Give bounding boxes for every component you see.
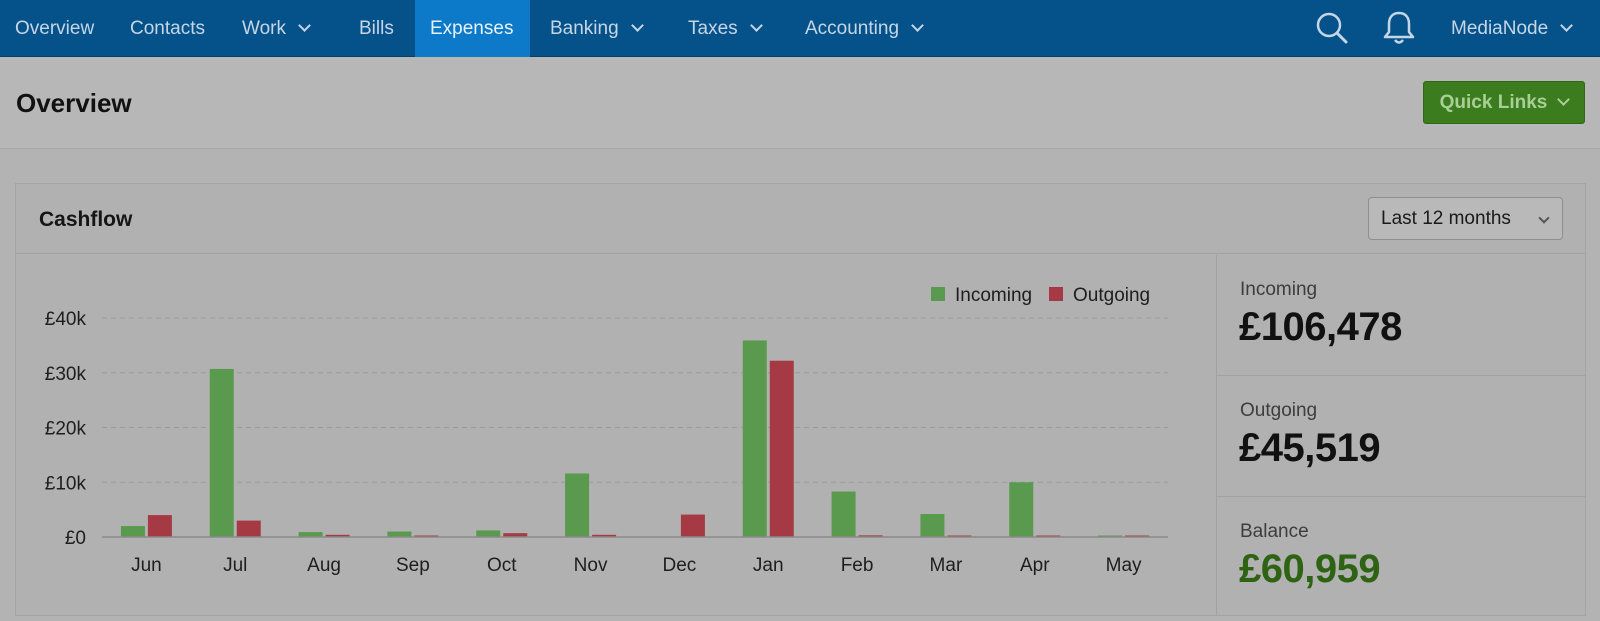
outgoing-label: Outgoing: [1240, 400, 1318, 421]
bar-incoming: [920, 514, 945, 537]
x-tick-label: Aug: [307, 555, 341, 576]
page-title: Overview: [16, 88, 132, 118]
y-tick-label: £30k: [45, 364, 87, 385]
outgoing-stat: Outgoing £45,519: [1217, 376, 1586, 497]
search-icon[interactable]: [1312, 8, 1352, 48]
bar-incoming: [120, 526, 145, 537]
cashflow-card: Cashflow Last 12 months £0 £10k £20k £30k £4…: [15, 183, 1586, 616]
period-select[interactable]: Last 12 months: [1368, 197, 1563, 240]
bar-incoming: [387, 531, 412, 537]
cashflow-stats: Incoming £106,478 Outgoing £45,519 Balan…: [1216, 255, 1586, 618]
nav-contacts-label: Contacts: [130, 17, 205, 39]
incoming-label: Incoming: [1240, 279, 1318, 300]
x-tick-label: Jan: [753, 555, 784, 576]
cashflow-title: Cashflow: [39, 208, 133, 231]
chevron-down-icon: [630, 19, 644, 32]
chevron-down-icon: [911, 19, 924, 32]
chevron-down-icon: [1538, 212, 1550, 224]
x-tick-label: Jul: [223, 555, 247, 576]
nav-overview-label: Overview: [15, 17, 95, 39]
nav-banking-label: Banking: [550, 17, 619, 39]
legend-label-outgoing: Outgoing: [1073, 285, 1150, 306]
x-tick-label: Feb: [841, 555, 874, 576]
chevron-down-icon: [298, 19, 311, 32]
balance-label: Balance: [1240, 521, 1309, 542]
period-select-value: Last 12 months: [1381, 207, 1511, 229]
y-tick-label: £10k: [45, 473, 87, 494]
bar-incoming: [1009, 482, 1034, 537]
y-tick-label: £40k: [45, 309, 87, 330]
chevron-down-icon: [1560, 19, 1574, 32]
nav-work[interactable]: Work: [227, 0, 324, 57]
nav-accounting-label: Accounting: [805, 17, 900, 39]
x-tick-label: Mar: [930, 555, 963, 576]
nav-accounting[interactable]: Accounting: [790, 0, 937, 57]
incoming-value: £106,478: [1239, 305, 1402, 349]
chevron-down-icon: [749, 19, 763, 32]
nav-bills[interactable]: Bills: [344, 0, 409, 57]
bar-outgoing: [147, 515, 172, 537]
x-tick-label: Apr: [1020, 555, 1050, 576]
bar-outgoing: [769, 360, 794, 537]
x-tick-label: Oct: [487, 555, 517, 576]
top-navigation: Overview Contacts Work Bills Expenses Ba…: [0, 0, 1600, 57]
x-tick-label: May: [1106, 555, 1142, 576]
page-header: Overview Quick Links: [0, 57, 1600, 149]
bar-incoming: [565, 473, 590, 537]
bar-incoming: [742, 340, 767, 537]
bar-outgoing: [236, 520, 261, 537]
bar-incoming: [831, 491, 856, 537]
account-menu[interactable]: MediaNode: [1436, 0, 1586, 57]
nav-expenses[interactable]: Expenses: [415, 0, 530, 57]
nav-contacts[interactable]: Contacts: [115, 0, 220, 57]
legend-swatch-outgoing: [1049, 287, 1063, 301]
balance-stat: Balance £60,959: [1217, 497, 1586, 618]
bar-incoming: [476, 530, 501, 537]
outgoing-value: £45,519: [1239, 426, 1381, 470]
x-tick-label: Jun: [131, 555, 162, 576]
x-tick-label: Sep: [396, 555, 430, 576]
cashflow-card-header: Cashflow Last 12 months: [16, 184, 1585, 254]
cashflow-chart-area: £0 £10k £20k £30k £40k Jun Jul Aug Sep Oct Nov Dec J…: [16, 255, 1216, 615]
account-name: MediaNode: [1451, 17, 1549, 39]
bell-icon[interactable]: [1379, 8, 1419, 48]
chevron-down-icon: [1557, 93, 1571, 106]
quick-links-label: Quick Links: [1439, 91, 1548, 113]
nav-bills-label: Bills: [359, 17, 394, 39]
nav-expenses-label: Expenses: [430, 17, 514, 39]
incoming-stat: Incoming £106,478: [1217, 255, 1586, 376]
y-tick-label: £20k: [45, 419, 87, 440]
nav-work-label: Work: [242, 17, 286, 39]
nav-taxes[interactable]: Taxes: [673, 0, 776, 57]
legend-swatch-incoming: [931, 287, 945, 301]
x-tick-label: Nov: [574, 555, 608, 576]
cashflow-chart: £0 £10k £20k £30k £40k Jun Jul Aug Sep Oct Nov Dec J…: [45, 285, 1168, 576]
nav-banking[interactable]: Banking: [535, 0, 657, 57]
bar-outgoing: [680, 514, 705, 537]
nav-taxes-label: Taxes: [688, 17, 738, 39]
legend-label-incoming: Incoming: [955, 285, 1032, 306]
x-tick-label: Dec: [663, 555, 697, 576]
bar-incoming: [209, 368, 234, 537]
balance-value: £60,959: [1239, 547, 1381, 591]
y-tick-label: £0: [65, 528, 86, 549]
nav-overview[interactable]: Overview: [0, 0, 109, 57]
quick-links-button[interactable]: Quick Links: [1423, 81, 1585, 124]
